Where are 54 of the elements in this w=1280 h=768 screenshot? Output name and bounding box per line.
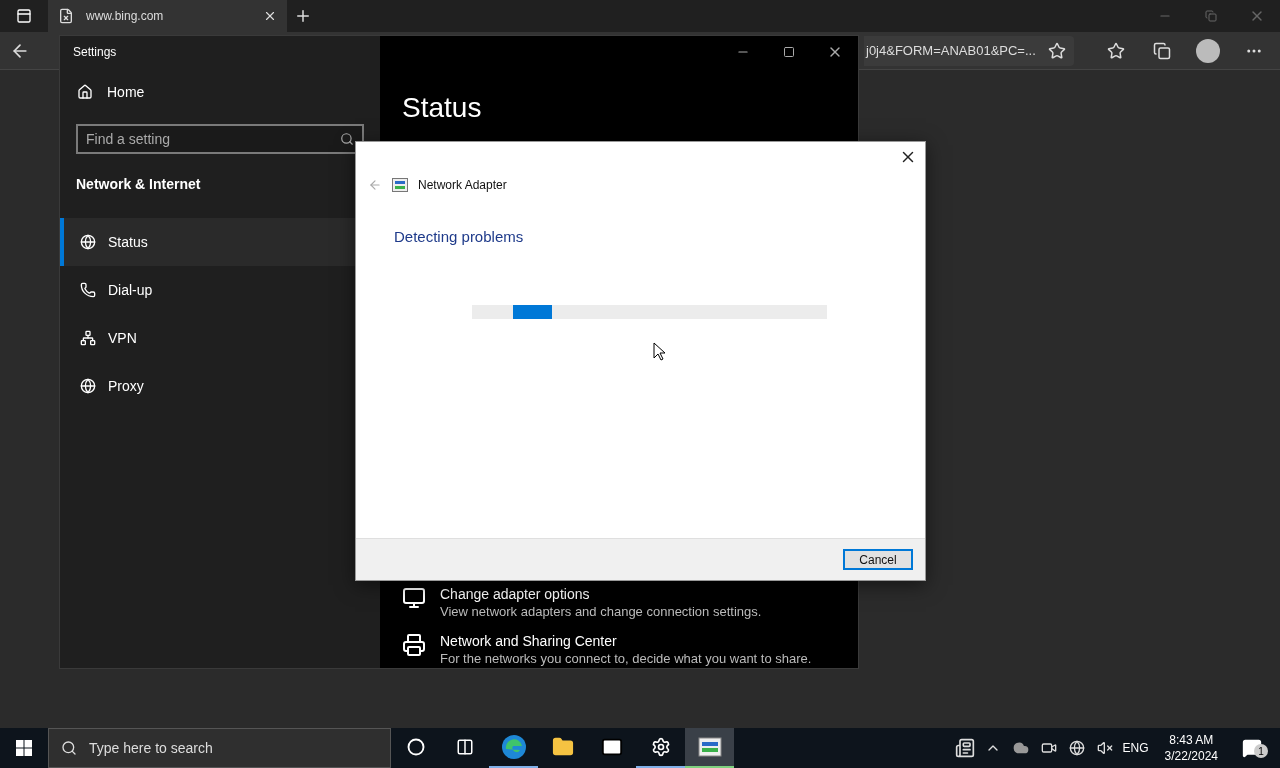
home-icon xyxy=(77,84,93,100)
taskbar-app[interactable] xyxy=(685,728,734,768)
browser-tab[interactable]: www.bing.com xyxy=(48,0,287,32)
search-field[interactable]: Find a setting xyxy=(76,124,364,154)
search-icon xyxy=(61,740,77,756)
address-bar[interactable]: j0j4&FORM=ANAB01&PC=... xyxy=(864,35,1074,66)
nav-item[interactable]: Dial-up xyxy=(60,266,380,314)
tab-actions-icon[interactable] xyxy=(16,8,32,24)
circle-icon[interactable] xyxy=(406,738,425,756)
printer-icon xyxy=(402,633,426,657)
page-title: Status xyxy=(402,92,482,123)
monitor-icon xyxy=(402,586,426,610)
settings-link[interactable]: Network and Sharing Center xyxy=(440,633,812,649)
news-icon[interactable] xyxy=(954,738,975,758)
clock[interactable]: 8:43 AM 3/22/2024 xyxy=(1156,733,1226,763)
pointer-icon xyxy=(653,342,665,361)
taskbar-search-field[interactable]: Type here to search xyxy=(48,728,391,768)
globe-icon xyxy=(80,234,96,250)
language-indicator[interactable]: ENG xyxy=(1122,741,1149,755)
link-description: For the networks you connect to, decide what you want to share. xyxy=(440,651,812,666)
windows-icon xyxy=(16,740,32,756)
profile-avatar[interactable] xyxy=(1196,38,1220,63)
close-icon[interactable] xyxy=(263,9,277,23)
globe-icon xyxy=(80,378,96,394)
new-tab-icon[interactable] xyxy=(294,7,312,25)
nav-item[interactable]: Proxy xyxy=(60,362,380,410)
camera-icon[interactable] xyxy=(1040,740,1057,756)
folder-icon[interactable] xyxy=(551,736,574,758)
cancel-button[interactable]: Cancel xyxy=(843,549,913,570)
section-heading: Network & Internet xyxy=(76,176,201,192)
network-icon xyxy=(80,330,96,346)
phone-icon xyxy=(80,282,96,298)
settings-link[interactable]: Change adapter options xyxy=(440,586,762,602)
notification-count: 1 xyxy=(1254,744,1268,758)
add-favorite-icon[interactable] xyxy=(1048,41,1066,60)
muted-speaker-icon[interactable] xyxy=(1096,740,1113,756)
settings-icon[interactable] xyxy=(650,737,671,757)
dialog-title: Network Adapter xyxy=(418,178,507,192)
network-adapter-icon xyxy=(392,178,408,192)
page-icon xyxy=(58,8,74,24)
globe-icon[interactable] xyxy=(1068,740,1085,756)
cloud-icon[interactable] xyxy=(1012,740,1029,756)
dialog-heading: Detecting problems xyxy=(394,228,524,245)
search-icon xyxy=(340,132,354,146)
browser-icon[interactable] xyxy=(500,734,527,760)
collections-icon[interactable] xyxy=(1153,41,1171,60)
maximize-icon[interactable] xyxy=(783,46,795,58)
home-nav-item[interactable]: Home xyxy=(60,72,380,112)
nav-item[interactable]: VPN xyxy=(60,314,380,362)
troubleshooter-icon[interactable] xyxy=(697,737,722,757)
task-view-icon[interactable] xyxy=(455,738,474,756)
link-description: View network adapters and change connection settings. xyxy=(440,604,762,619)
favorites-icon[interactable] xyxy=(1107,41,1125,60)
window-title: Settings xyxy=(73,45,117,59)
